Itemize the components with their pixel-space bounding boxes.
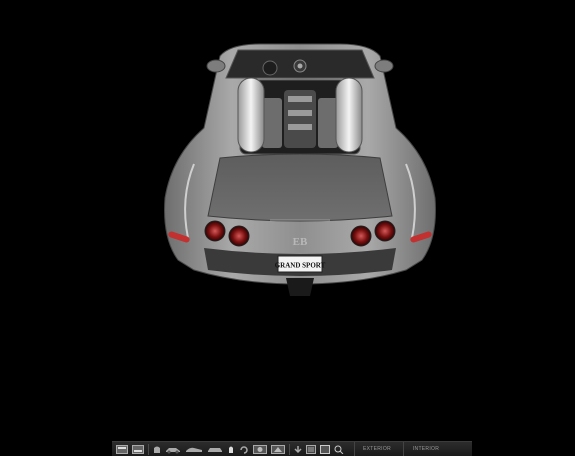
view-list-icon[interactable]	[132, 444, 144, 455]
exterior-button[interactable]: EXTERIOR	[354, 441, 399, 456]
side-profile-icon[interactable]	[185, 444, 203, 455]
rotate-icon[interactable]	[239, 444, 249, 455]
zoom-icon[interactable]	[334, 444, 344, 455]
car-top-rear-image: GRAND SPORT EB	[160, 38, 440, 300]
badge-text: EB	[293, 236, 308, 248]
rear-view-icon[interactable]	[207, 444, 223, 455]
top-view-icon[interactable]	[227, 444, 235, 455]
fullscreen-icon[interactable]	[320, 444, 330, 455]
toolbar-separator	[148, 443, 149, 455]
toolbar-separator	[289, 443, 290, 455]
side-view-icon[interactable]	[165, 444, 181, 455]
interior-view-icon[interactable]	[271, 444, 285, 455]
download-icon[interactable]	[294, 444, 302, 455]
wheel-view-icon[interactable]	[253, 444, 267, 455]
license-plate-text: GRAND SPORT	[275, 262, 326, 270]
car-viewer: GRAND SPORT EB EXTERIOR INTERIOR	[0, 0, 575, 456]
front-view-icon[interactable]	[153, 444, 161, 455]
viewer-toolbar: EXTERIOR INTERIOR	[112, 441, 472, 456]
interior-button[interactable]: INTERIOR	[403, 441, 448, 456]
view-grid-icon[interactable]	[116, 444, 128, 455]
gallery-icon[interactable]	[306, 444, 316, 455]
